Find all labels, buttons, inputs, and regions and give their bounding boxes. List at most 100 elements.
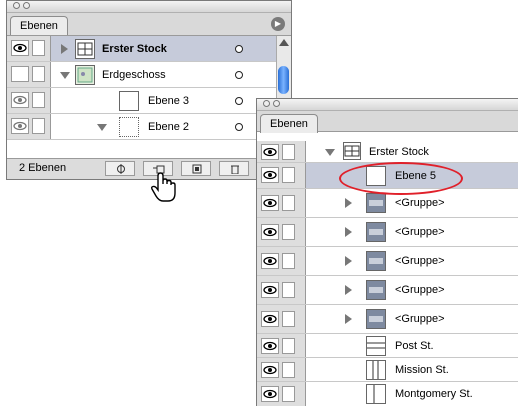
lock-toggle[interactable]	[282, 195, 295, 211]
eye-icon[interactable]	[261, 386, 279, 402]
expand-arrow-icon[interactable]	[345, 198, 352, 208]
expand-arrow-icon[interactable]	[345, 256, 352, 266]
layer-row[interactable]: Ebene 2	[7, 114, 279, 140]
close-window-icon[interactable]	[263, 100, 270, 107]
path-thumbnail	[366, 336, 386, 356]
eye-icon[interactable]	[261, 362, 279, 378]
eye-icon[interactable]	[261, 144, 279, 160]
layer-row[interactable]: <Gruppe>	[257, 218, 518, 247]
lock-toggle[interactable]	[32, 66, 45, 82]
layer-row[interactable]: Post St.	[257, 334, 518, 358]
scroll-thumb[interactable]	[278, 66, 289, 94]
eye-icon[interactable]	[261, 224, 279, 240]
layer-count: 2 Ebenen	[19, 162, 67, 174]
visibility-column	[257, 163, 306, 188]
eye-icon[interactable]	[261, 195, 279, 211]
tab-strip: Ebenen ▶	[7, 13, 291, 36]
expand-arrow-icon[interactable]	[345, 314, 352, 324]
layer-name: Erster Stock	[369, 146, 429, 158]
layer-name: Ebene 3	[148, 95, 189, 107]
minimize-window-icon[interactable]	[23, 2, 30, 9]
layers-panel-front: Ebenen Erster Stock Ebene 5 <Gruppe> <Gr…	[256, 98, 518, 406]
layer-thumbnail	[119, 91, 139, 111]
layer-name: Ebene 2	[148, 121, 189, 133]
visibility-column	[257, 141, 306, 162]
lock-toggle[interactable]	[282, 167, 295, 183]
scroll-up-icon[interactable]	[279, 39, 289, 46]
lock-toggle[interactable]	[32, 118, 45, 134]
visibility-column	[257, 218, 306, 246]
locate-object-button[interactable]	[105, 161, 135, 176]
lock-toggle[interactable]	[282, 362, 295, 378]
eye-icon[interactable]	[11, 92, 29, 108]
tab-strip: Ebenen	[257, 111, 518, 133]
minimize-window-icon[interactable]	[273, 100, 280, 107]
layer-row[interactable]: Erdgeschoss	[7, 62, 279, 88]
eye-placeholder[interactable]	[11, 66, 29, 82]
hand-cursor-icon	[150, 172, 180, 204]
expand-arrow-icon[interactable]	[61, 44, 68, 54]
layer-row[interactable]: <Gruppe>	[257, 305, 518, 334]
lock-toggle[interactable]	[282, 338, 295, 354]
layer-row[interactable]: Montgomery St.	[257, 382, 518, 406]
layer-thumbnail	[75, 65, 95, 85]
target-icon[interactable]	[235, 71, 243, 79]
target-icon[interactable]	[235, 123, 243, 131]
lock-toggle[interactable]	[32, 40, 45, 56]
layer-row[interactable]: Erster Stock	[7, 36, 279, 62]
target-icon[interactable]	[235, 45, 243, 53]
eye-icon[interactable]	[261, 338, 279, 354]
layer-name: <Gruppe>	[395, 284, 445, 296]
group-thumbnail	[366, 280, 386, 300]
expand-arrow-icon[interactable]	[345, 285, 352, 295]
visibility-column	[7, 114, 51, 139]
visibility-column	[257, 305, 306, 333]
layer-name: Montgomery St.	[395, 388, 473, 400]
collapse-arrow-icon[interactable]	[60, 72, 70, 79]
lock-toggle[interactable]	[282, 311, 295, 327]
visibility-column	[257, 276, 306, 304]
eye-icon[interactable]	[11, 118, 29, 134]
collapse-arrow-icon[interactable]	[97, 124, 107, 131]
path-thumbnail	[366, 384, 386, 404]
path-thumbnail	[366, 360, 386, 380]
collapse-arrow-icon[interactable]	[325, 149, 335, 156]
eye-icon[interactable]	[261, 311, 279, 327]
eye-icon[interactable]	[261, 282, 279, 298]
window-titlebar[interactable]	[257, 99, 518, 111]
layer-row[interactable]: Erster Stock	[257, 141, 518, 163]
layers-panel-back: Ebenen ▶ Erster Stock Erdgeschoss Ebene …	[6, 0, 292, 180]
eye-icon[interactable]	[11, 40, 29, 56]
window-titlebar[interactable]	[7, 1, 291, 13]
layer-row[interactable]: Ebene 3	[7, 88, 279, 114]
layer-name: <Gruppe>	[395, 313, 445, 325]
visibility-column	[7, 62, 51, 87]
target-icon[interactable]	[235, 97, 243, 105]
lock-toggle[interactable]	[32, 92, 45, 108]
new-layer-button[interactable]	[181, 161, 211, 176]
tab-ebenen[interactable]: Ebenen	[10, 16, 68, 35]
lock-toggle[interactable]	[282, 253, 295, 269]
layer-row[interactable]: <Gruppe>	[257, 276, 518, 305]
layer-name: Erdgeschoss	[102, 69, 166, 81]
group-thumbnail	[366, 251, 386, 271]
layer-name: Post St.	[395, 340, 434, 352]
visibility-column	[257, 358, 306, 381]
eye-icon[interactable]	[261, 253, 279, 269]
visibility-column	[7, 88, 51, 113]
layer-row[interactable]: Mission St.	[257, 358, 518, 382]
panel-menu-icon[interactable]: ▶	[271, 17, 285, 31]
tab-ebenen[interactable]: Ebenen	[260, 114, 318, 133]
layer-thumbnail	[75, 39, 95, 59]
expand-arrow-icon[interactable]	[345, 227, 352, 237]
delete-layer-button[interactable]	[219, 161, 249, 176]
close-window-icon[interactable]	[13, 2, 20, 9]
lock-toggle[interactable]	[282, 224, 295, 240]
lock-toggle[interactable]	[282, 282, 295, 298]
panel-footer: 2 Ebenen	[7, 158, 291, 179]
layer-row[interactable]: <Gruppe>	[257, 247, 518, 276]
lock-toggle[interactable]	[282, 386, 295, 402]
eye-icon[interactable]	[261, 167, 279, 183]
group-thumbnail	[366, 193, 386, 213]
lock-toggle[interactable]	[282, 144, 295, 160]
